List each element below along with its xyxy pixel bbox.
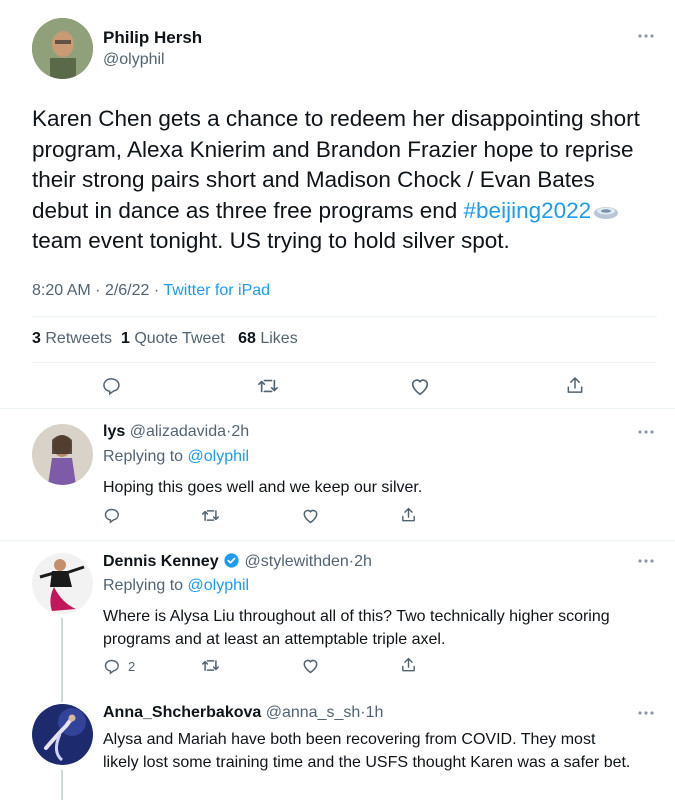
- main-author-handle[interactable]: @olyphil: [103, 51, 165, 69]
- reply-text: Where is Alysa Liu throughout all of thi…: [103, 608, 610, 648]
- replying-to: Replying to @olyphil: [103, 577, 250, 594]
- reply-time[interactable]: 2h: [231, 423, 249, 440]
- more-icon[interactable]: [638, 558, 654, 564]
- more-icon[interactable]: [638, 429, 654, 435]
- reply-header: lys @alizadavida·2h: [103, 423, 250, 440]
- engagement-stats: 3 Retweets 1 Quote Tweet 68 Likes: [32, 330, 298, 348]
- retweet-icon[interactable]: [201, 657, 220, 674]
- reply-author-handle[interactable]: @anna_s_sh: [266, 704, 361, 721]
- reply-avatar[interactable]: [32, 704, 93, 765]
- share-icon[interactable]: [565, 375, 585, 396]
- more-icon[interactable]: [638, 710, 654, 716]
- main-tweet-text-part2: team event tonight. US trying to hold si…: [32, 228, 510, 253]
- main-author-avatar[interactable]: [32, 18, 93, 79]
- retweet-icon[interactable]: [257, 376, 279, 396]
- reply-author-name[interactable]: lys: [103, 423, 125, 440]
- like-icon[interactable]: [301, 507, 320, 524]
- olympic-emoji-icon: [593, 204, 619, 220]
- replying-to-link[interactable]: @olyphil: [188, 577, 250, 594]
- like-icon[interactable]: [409, 376, 431, 396]
- share-icon[interactable]: [400, 506, 417, 524]
- tweet-time[interactable]: 8:20 AM: [32, 282, 91, 299]
- verified-icon: [223, 552, 240, 569]
- reply-header: Dennis Kenney @stylewithden·2h: [103, 552, 372, 570]
- like-icon[interactable]: [301, 657, 320, 674]
- reply-text: Hoping this goes well and we keep our si…: [103, 479, 423, 496]
- tweet-meta: 8:20 AM · 2/6/22 · Twitter for iPad: [32, 282, 271, 299]
- reply-author-handle[interactable]: @alizadavida: [130, 423, 226, 440]
- reply-author-handle[interactable]: @stylewithden: [245, 553, 349, 570]
- reply-avatar[interactable]: [32, 424, 93, 485]
- main-tweet-text: Karen Chen gets a chance to redeem her d…: [32, 104, 657, 257]
- reply-text: Alysa and Mariah have both been recoveri…: [103, 731, 631, 771]
- reply-time[interactable]: 1h: [366, 704, 384, 721]
- reply-time[interactable]: 2h: [354, 553, 372, 570]
- reply-icon: [103, 658, 120, 675]
- retweets-stat[interactable]: 3 Retweets: [32, 330, 112, 347]
- replying-to: Replying to @olyphil: [103, 448, 250, 465]
- reply-icon[interactable]: [101, 376, 121, 396]
- tweet-date[interactable]: 2/6/22: [105, 282, 149, 299]
- tweet-source[interactable]: Twitter for iPad: [163, 282, 270, 299]
- reply-count: 2: [128, 658, 136, 674]
- reply-header: Anna_Shcherbakova @anna_s_sh·1h: [103, 704, 384, 721]
- retweet-icon[interactable]: [201, 507, 220, 524]
- reply-author-name[interactable]: Dennis Kenney: [103, 553, 219, 570]
- thread-line: [61, 618, 63, 702]
- reply-button[interactable]: 2: [103, 657, 135, 675]
- reply-author-name[interactable]: Anna_Shcherbakova: [103, 704, 261, 721]
- more-icon[interactable]: [638, 33, 654, 39]
- likes-stat[interactable]: 68 Likes: [238, 330, 298, 347]
- thread-line: [61, 770, 63, 800]
- hashtag-link[interactable]: #beijing2022: [464, 198, 592, 223]
- quotes-stat[interactable]: 1 Quote Tweet: [121, 330, 225, 347]
- main-author-name[interactable]: Philip Hersh: [103, 28, 202, 48]
- reply-avatar[interactable]: [32, 553, 93, 614]
- reply-icon[interactable]: [103, 507, 120, 524]
- share-icon[interactable]: [400, 656, 417, 674]
- replying-to-link[interactable]: @olyphil: [188, 448, 250, 465]
